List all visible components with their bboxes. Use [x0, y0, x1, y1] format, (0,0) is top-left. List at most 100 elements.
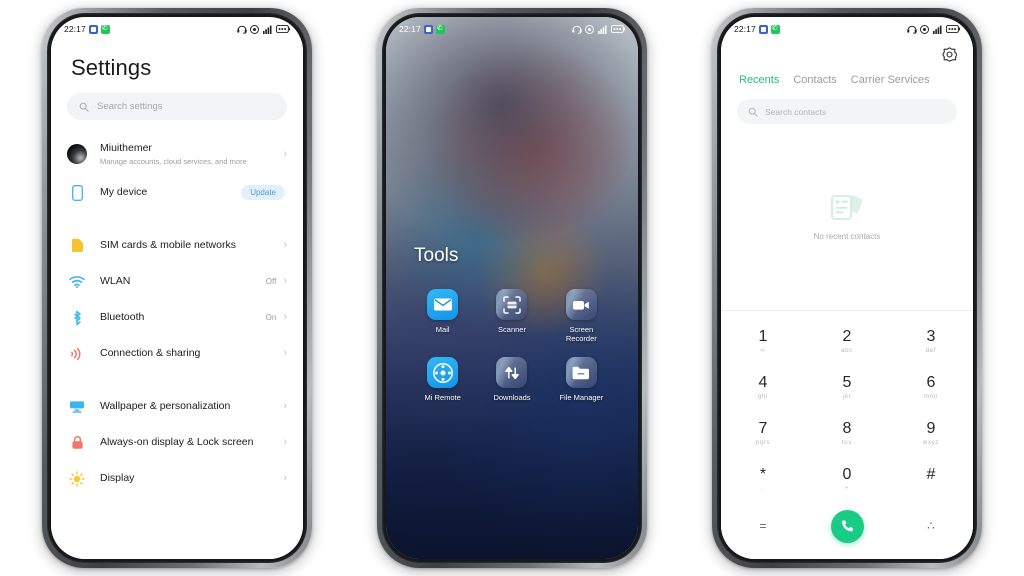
- more-dots-icon: ∴: [927, 519, 935, 533]
- sidebar-item-label: Always-on display & Lock screen: [100, 435, 254, 448]
- phone-device-settings: 22:17 Settings Search s: [42, 8, 312, 568]
- folder-title: Tools: [414, 245, 459, 266]
- tab-carrier-services[interactable]: Carrier Services: [851, 74, 930, 86]
- sidebar-item-connection-sharing[interactable]: Connection & sharing ›: [51, 336, 303, 372]
- dialpad-key-5[interactable]: 5 jkl: [805, 367, 889, 409]
- key-subtext: mno: [924, 394, 938, 400]
- key-subtext: abc: [841, 348, 853, 354]
- keyboard-toggle-button[interactable]: =: [721, 519, 805, 533]
- battery-icon: [611, 25, 625, 33]
- row-texts: Wallpaper & personalization: [100, 400, 283, 413]
- key-subtext: +: [844, 486, 850, 492]
- chevron-right-icon: ›: [283, 275, 287, 288]
- app-label: Mi Remote: [424, 393, 461, 403]
- app-label: Mail: [435, 325, 450, 334]
- sidebar-item-sim-cards[interactable]: SIM cards & mobile networks ›: [51, 228, 303, 264]
- dialpad-key-7[interactable]: 7 pqrs: [721, 413, 805, 455]
- screenshot-stage: 22:17 Settings Search s: [0, 0, 1024, 576]
- display-brightness-icon: [67, 469, 87, 489]
- search-icon: [748, 107, 758, 117]
- sidebar-item-wlan[interactable]: WLAN Off ›: [51, 264, 303, 300]
- dialpad-key-6[interactable]: 6 mno: [889, 367, 973, 409]
- app-item-downloads[interactable]: Downloads: [477, 357, 546, 402]
- dialer-toolbar: [721, 41, 973, 62]
- status-bar-time: 22:17: [734, 24, 756, 34]
- app-item-screen-recorder[interactable]: Screen Recorder: [547, 289, 616, 343]
- dialpad-key-2[interactable]: 2 abc: [805, 321, 889, 363]
- status-bar-right: [571, 24, 625, 34]
- tab-recents[interactable]: Recents: [739, 74, 779, 86]
- phone-green-icon: [100, 24, 110, 34]
- battery-icon: [276, 25, 290, 33]
- phone-green-icon: [770, 24, 780, 34]
- sidebar-item-label: Wallpaper & personalization: [100, 399, 231, 412]
- phone-device-dialer: 22:17 Rece: [712, 8, 982, 568]
- chevron-right-icon: ›: [283, 239, 287, 252]
- sidebar-item-label: Display: [100, 471, 135, 484]
- key-number: 9: [926, 420, 936, 437]
- app-item-scanner[interactable]: Scanner: [477, 289, 546, 343]
- tab-contacts[interactable]: Contacts: [793, 74, 836, 86]
- sidebar-item-wallpaper[interactable]: Wallpaper & personalization ›: [51, 389, 303, 425]
- settings-content: Settings Search settings Miuithemer Mana…: [51, 41, 303, 559]
- dialpad-key-8[interactable]: 8 tuv: [805, 413, 889, 455]
- phone-green-icon: [435, 24, 445, 34]
- app-item-mail[interactable]: Mail: [408, 289, 477, 343]
- dialpad: 1 ∞ 2 abc 3 def 4 ghi 5 jkl 6 mno 7 pqrs 8 tuv 9…: [721, 310, 973, 559]
- status-badge[interactable]: Update: [241, 185, 285, 201]
- downloads-icon: [496, 357, 528, 389]
- call-button-wrap: [805, 509, 889, 543]
- dialpad-key-hash[interactable]: #: [889, 459, 973, 501]
- app-label: Downloads: [493, 393, 531, 403]
- account-texts: Miuithemer Manage accounts, cloud servic…: [100, 142, 283, 167]
- key-number: 2: [842, 328, 852, 345]
- search-placeholder: Search settings: [97, 101, 163, 112]
- search-contacts-input[interactable]: Search contacts: [737, 99, 957, 124]
- settings-row-account[interactable]: Miuithemer Manage accounts, cloud servic…: [51, 134, 303, 175]
- search-icon: [79, 102, 89, 112]
- row-texts: My device: [100, 186, 241, 199]
- wallpaper: [386, 17, 638, 559]
- app-label: Screen Recorder: [565, 325, 597, 344]
- app-item-file-manager[interactable]: File Manager: [547, 357, 616, 402]
- wallpaper-icon: [67, 397, 87, 417]
- dnd-icon: [250, 24, 259, 34]
- row-texts: Display: [100, 472, 283, 485]
- status-bar: 22:17: [386, 17, 638, 41]
- sidebar-item-label: My device: [100, 185, 148, 198]
- dialpad-key-3[interactable]: 3 def: [889, 321, 973, 363]
- gear-icon[interactable]: [942, 47, 957, 62]
- app-item-mi-remote[interactable]: Mi Remote: [408, 357, 477, 402]
- key-subtext: def: [925, 348, 937, 354]
- screen-recorder-icon: [565, 289, 597, 320]
- row-texts: SIM cards & mobile networks: [100, 239, 283, 252]
- sidebar-item-display[interactable]: Display ›: [51, 461, 303, 497]
- app-blue-icon: [758, 24, 768, 34]
- sidebar-item-my-device[interactable]: My device Update: [51, 175, 303, 211]
- status-bar-left: 22:17: [734, 24, 780, 34]
- dialpad-key-1[interactable]: 1 ∞: [721, 321, 805, 363]
- chevron-right-icon: ›: [283, 472, 287, 485]
- sim-icon: [67, 236, 87, 256]
- search-input[interactable]: Search settings: [67, 93, 287, 120]
- dialer-content: Recents Contacts Carrier Services Search…: [721, 41, 973, 559]
- call-button[interactable]: [830, 509, 864, 543]
- dialpad-key-star[interactable]: *,: [721, 459, 805, 501]
- more-options-button[interactable]: ∴: [889, 519, 973, 533]
- row-texts: Connection & sharing: [100, 347, 283, 360]
- lock-icon: [67, 433, 87, 453]
- sidebar-item-lock-screen[interactable]: Always-on display & Lock screen ›: [51, 425, 303, 461]
- screen-home: 22:17 Tools: [386, 17, 638, 559]
- chevron-right-icon: ›: [283, 436, 287, 449]
- status-bar-left: 22:17: [399, 24, 445, 34]
- app-label: Scanner: [498, 325, 526, 334]
- sidebar-item-label: Connection & sharing: [100, 346, 201, 359]
- sidebar-item-bluetooth[interactable]: Bluetooth On ›: [51, 300, 303, 336]
- dialpad-key-9[interactable]: 9 wxyz: [889, 413, 973, 455]
- key-subtext: pqrs: [755, 440, 771, 446]
- dialpad-key-4[interactable]: 4 ghi: [721, 367, 805, 409]
- status-bar: 22:17: [721, 17, 973, 41]
- device-icon: [67, 183, 87, 203]
- dialpad-key-0[interactable]: 0 +: [805, 459, 889, 501]
- sidebar-item-label: SIM cards & mobile networks: [100, 238, 236, 251]
